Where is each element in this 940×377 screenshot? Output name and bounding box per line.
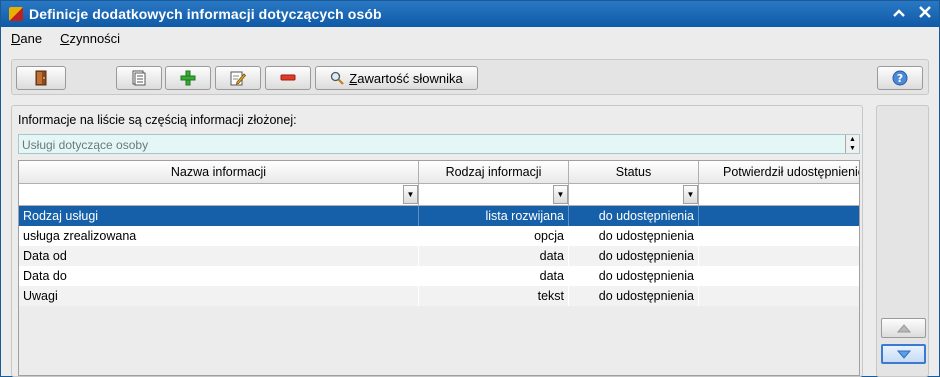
- cell-status: do udostępnienia: [569, 286, 699, 306]
- reorder-panel: [876, 105, 929, 377]
- dropdown-arrow-icon[interactable]: ▼: [553, 185, 568, 204]
- combo-spinner[interactable]: ▲ ▼: [845, 135, 859, 153]
- document-list-icon: [132, 70, 146, 86]
- app-icon: [9, 7, 23, 21]
- content-panel: Informacje na liście są częścią informac…: [11, 105, 863, 377]
- menu-bar: Dane Czynności: [1, 27, 939, 49]
- cell-name: Uwagi: [19, 286, 419, 306]
- collapse-button[interactable]: [889, 4, 909, 24]
- cell-type: opcja: [419, 226, 569, 246]
- table-row[interactable]: Rodzaj usługi lista rozwijana do udostępni…: [19, 206, 859, 226]
- dropdown-arrow-icon[interactable]: ▼: [403, 185, 418, 204]
- table-row[interactable]: Uwagi tekst do udostępnienia: [19, 286, 859, 306]
- door-exit-icon: [35, 70, 47, 86]
- move-up-button[interactable]: [881, 318, 926, 338]
- cell-type: lista rozwijana: [419, 206, 569, 226]
- cell-name: Data do: [19, 266, 419, 286]
- cell-name: Data od: [19, 246, 419, 266]
- cell-name: usługa zrealizowana: [19, 226, 419, 246]
- close-icon: [919, 6, 931, 18]
- filter-name[interactable]: ▼: [19, 184, 419, 206]
- move-down-button[interactable]: [881, 344, 926, 364]
- menu-dane[interactable]: Dane: [1, 31, 50, 46]
- filter-status[interactable]: ▼: [569, 184, 699, 206]
- composite-info-combo[interactable]: Usługi dotyczące osoby ▲ ▼: [18, 134, 860, 154]
- cell-confirmed: [699, 286, 859, 306]
- arrow-up-icon: [896, 323, 911, 332]
- document-list-button[interactable]: [116, 66, 162, 90]
- svg-text:?: ?: [897, 72, 903, 85]
- filter-type[interactable]: ▼: [419, 184, 569, 206]
- add-button[interactable]: [165, 66, 211, 90]
- spin-down-icon[interactable]: ▼: [846, 144, 859, 153]
- arrow-down-icon: [896, 350, 911, 359]
- dictionary-content-button[interactable]: Zawartość słownika: [315, 66, 478, 90]
- column-header-name[interactable]: Nazwa informacji: [19, 161, 419, 184]
- cell-status: do udostępnienia: [569, 226, 699, 246]
- magnifier-icon: [331, 71, 345, 85]
- cell-confirmed: [699, 246, 859, 266]
- red-minus-icon: [280, 74, 296, 81]
- composite-info-label: Informacje na liście są częścią informac…: [18, 113, 297, 127]
- green-plus-icon: [180, 70, 196, 86]
- cell-confirmed: [699, 226, 859, 246]
- table-row[interactable]: Data do data do udostępnienia: [19, 266, 859, 286]
- close-button[interactable]: [915, 4, 935, 24]
- table-row[interactable]: Data od data do udostępnienia: [19, 246, 859, 266]
- dictionary-content-label: Zawartość słownika: [349, 70, 463, 86]
- exit-button[interactable]: [16, 66, 66, 90]
- help-button[interactable]: ?: [877, 66, 923, 90]
- dropdown-arrow-icon[interactable]: ▼: [683, 185, 698, 204]
- cell-status: do udostępnienia: [569, 266, 699, 286]
- cell-status: do udostępnienia: [569, 246, 699, 266]
- cell-name: Rodzaj usługi: [19, 206, 419, 226]
- cell-type: tekst: [419, 286, 569, 306]
- delete-button[interactable]: [265, 66, 311, 90]
- dialog-window: Definicje dodatkowych informacji dotyczą…: [0, 0, 940, 377]
- question-mark-icon: ?: [892, 70, 908, 86]
- cell-type: data: [419, 246, 569, 266]
- cell-type: data: [419, 266, 569, 286]
- filter-confirmed[interactable]: [699, 184, 859, 206]
- cell-confirmed: [699, 206, 859, 226]
- cell-status: do udostępnienia: [569, 206, 699, 226]
- window-title: Definicje dodatkowych informacji dotyczą…: [29, 6, 382, 22]
- title-bar: Definicje dodatkowych informacji dotyczą…: [1, 1, 939, 27]
- cell-confirmed: [699, 266, 859, 286]
- spin-up-icon[interactable]: ▲: [846, 135, 859, 144]
- column-header-confirmed[interactable]: Potwierdził udostępnienie: [699, 161, 859, 184]
- toolbar: Zawartość słownika ?: [11, 59, 929, 95]
- edit-button[interactable]: [215, 66, 261, 90]
- column-header-status[interactable]: Status: [569, 161, 699, 184]
- composite-info-value: Usługi dotyczące osoby: [22, 138, 149, 152]
- chevron-up-icon: [893, 9, 905, 17]
- column-header-type[interactable]: Rodzaj informacji: [419, 161, 569, 184]
- info-grid: Nazwa informacji Rodzaj informacji Statu…: [18, 160, 860, 376]
- edit-pencil-icon: [230, 71, 246, 86]
- menu-czynnosci[interactable]: Czynności: [50, 31, 128, 46]
- table-row[interactable]: usługa zrealizowana opcja do udostępnienia: [19, 226, 859, 246]
